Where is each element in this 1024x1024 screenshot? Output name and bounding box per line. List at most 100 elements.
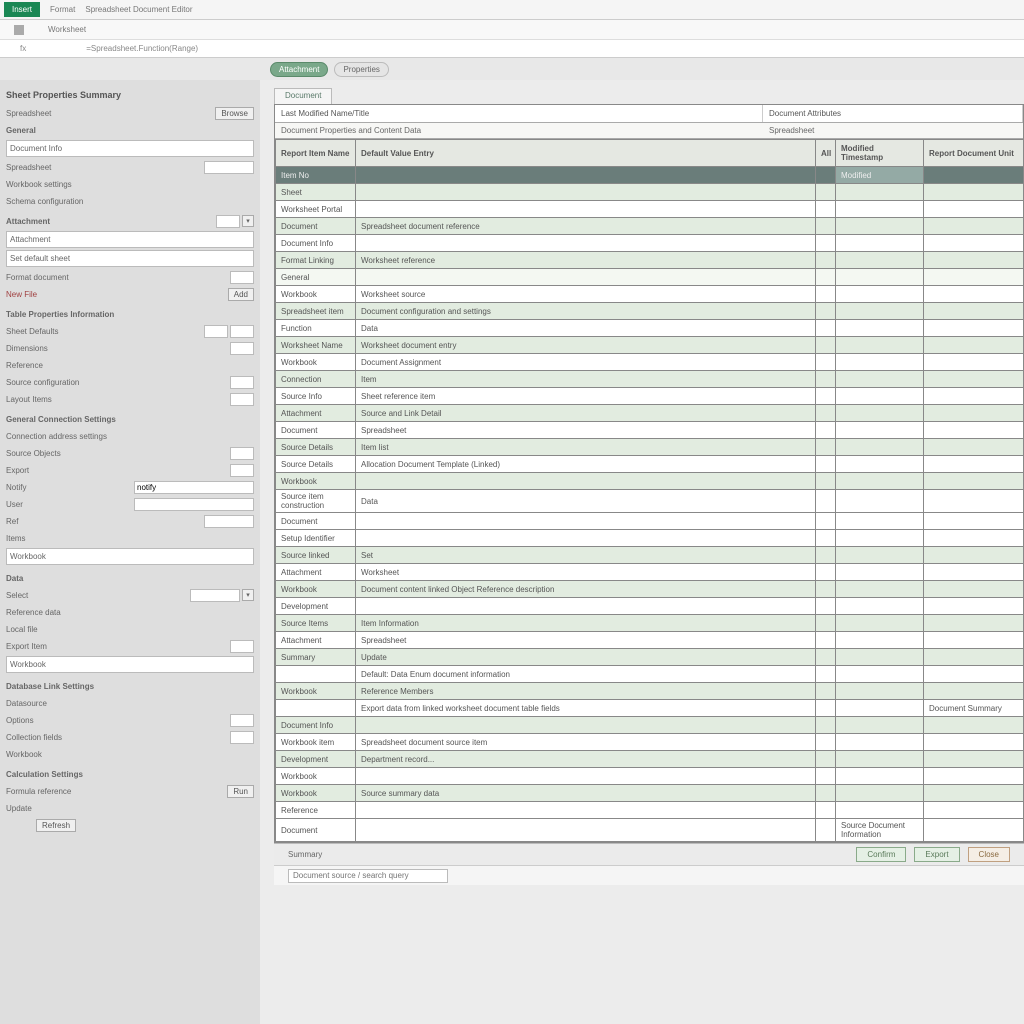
cell[interactable]: Spreadsheet [356,422,816,439]
cell[interactable] [816,598,836,615]
table-row[interactable]: Item NoModified [276,167,1024,184]
options-in[interactable] [230,714,254,727]
cell[interactable] [356,802,816,819]
cell[interactable] [816,785,836,802]
cell[interactable]: Source item construction [276,490,356,513]
cell[interactable] [924,473,1024,490]
cell[interactable] [924,252,1024,269]
cell[interactable]: Connection [276,371,356,388]
cell[interactable] [356,201,816,218]
defaults-in2[interactable] [230,325,254,338]
table-row[interactable]: Source linkedSet [276,547,1024,564]
cell[interactable] [924,269,1024,286]
formula-content[interactable]: =Spreadsheet.Function(Range) [86,44,198,53]
col-unit[interactable]: Report Document Unit [924,140,1024,167]
table-row[interactable]: SummaryUpdate [276,649,1024,666]
cell[interactable]: Source Details [276,456,356,473]
cell[interactable] [836,456,924,473]
cell[interactable] [924,167,1024,184]
cell[interactable] [836,751,924,768]
ref-input[interactable] [204,515,254,528]
cell[interactable] [924,371,1024,388]
cell[interactable] [924,303,1024,320]
cell[interactable] [836,632,924,649]
cell[interactable]: Spreadsheet document reference [356,218,816,235]
refresh-button[interactable]: Refresh [36,819,76,832]
cell[interactable] [836,405,924,422]
table-row[interactable]: Source item constructionData [276,490,1024,513]
cell[interactable] [356,768,816,785]
cell[interactable] [836,201,924,218]
table-row[interactable]: Document [276,513,1024,530]
cell[interactable] [836,615,924,632]
table-row[interactable]: Source DetailsItem list [276,439,1024,456]
cell[interactable] [816,354,836,371]
cell[interactable]: Workbook [276,286,356,303]
cell[interactable]: Worksheet Name [276,337,356,354]
cell[interactable] [924,819,1024,842]
cell[interactable] [836,218,924,235]
cell[interactable] [816,632,836,649]
cell[interactable] [816,167,836,184]
cell[interactable] [816,490,836,513]
cell[interactable]: Modified [836,167,924,184]
cell[interactable]: Summary [276,649,356,666]
data-grid[interactable]: Report Item Name Default Value Entry All… [275,139,1024,842]
cell[interactable] [924,751,1024,768]
cell[interactable] [924,286,1024,303]
cell[interactable] [924,598,1024,615]
cell[interactable]: Document Summary [924,700,1024,717]
cell[interactable] [836,354,924,371]
cell[interactable]: Worksheet [356,564,816,581]
cell[interactable] [836,768,924,785]
cell[interactable]: Source Document Information [836,819,924,842]
cell[interactable] [816,751,836,768]
cell[interactable] [816,649,836,666]
cell[interactable] [836,530,924,547]
table-row[interactable]: Development [276,598,1024,615]
formula-bar[interactable]: fx =Spreadsheet.Function(Range) [0,40,1024,58]
table-row[interactable]: Workbook [276,473,1024,490]
cell[interactable] [924,422,1024,439]
cell[interactable]: Data [356,320,816,337]
cell[interactable] [356,598,816,615]
cell[interactable] [924,354,1024,371]
cell[interactable]: Development [276,751,356,768]
cell[interactable] [836,269,924,286]
cell[interactable]: Workbook [276,785,356,802]
cell[interactable] [924,456,1024,473]
src-cfg-input[interactable] [230,376,254,389]
cell[interactable]: Item Information [356,615,816,632]
cell[interactable] [816,530,836,547]
notify-input[interactable] [134,481,254,494]
cell[interactable] [816,252,836,269]
cell[interactable] [924,439,1024,456]
cell[interactable] [924,581,1024,598]
cell[interactable]: Workbook [276,768,356,785]
table-row[interactable]: WorkbookReference Members [276,683,1024,700]
cell[interactable]: Document [276,819,356,842]
table-row[interactable]: ConnectionItem [276,371,1024,388]
cell[interactable] [816,717,836,734]
add-button[interactable]: Add [228,288,254,301]
cell[interactable]: Attachment [276,405,356,422]
table-row[interactable]: AttachmentWorksheet [276,564,1024,581]
cell[interactable]: Document [276,218,356,235]
table-row[interactable]: Source InfoSheet reference item [276,388,1024,405]
table-row[interactable]: Source DetailsAllocation Document Templa… [276,456,1024,473]
cell[interactable] [816,456,836,473]
table-row[interactable]: WorkbookDocument Assignment [276,354,1024,371]
cell[interactable] [816,819,836,842]
cell[interactable] [816,422,836,439]
table-row[interactable]: Format LinkingWorksheet reference [276,252,1024,269]
chip-attachment[interactable]: Attachment [270,62,328,77]
cell[interactable] [836,252,924,269]
table-row[interactable]: Worksheet NameWorksheet document entry [276,337,1024,354]
panel-top-btn[interactable]: Browse [215,107,254,120]
cell[interactable]: Worksheet Portal [276,201,356,218]
cell[interactable]: Reference [276,802,356,819]
cell[interactable] [924,184,1024,201]
cell[interactable] [836,581,924,598]
cell[interactable]: Source linked [276,547,356,564]
cell[interactable] [816,235,836,252]
